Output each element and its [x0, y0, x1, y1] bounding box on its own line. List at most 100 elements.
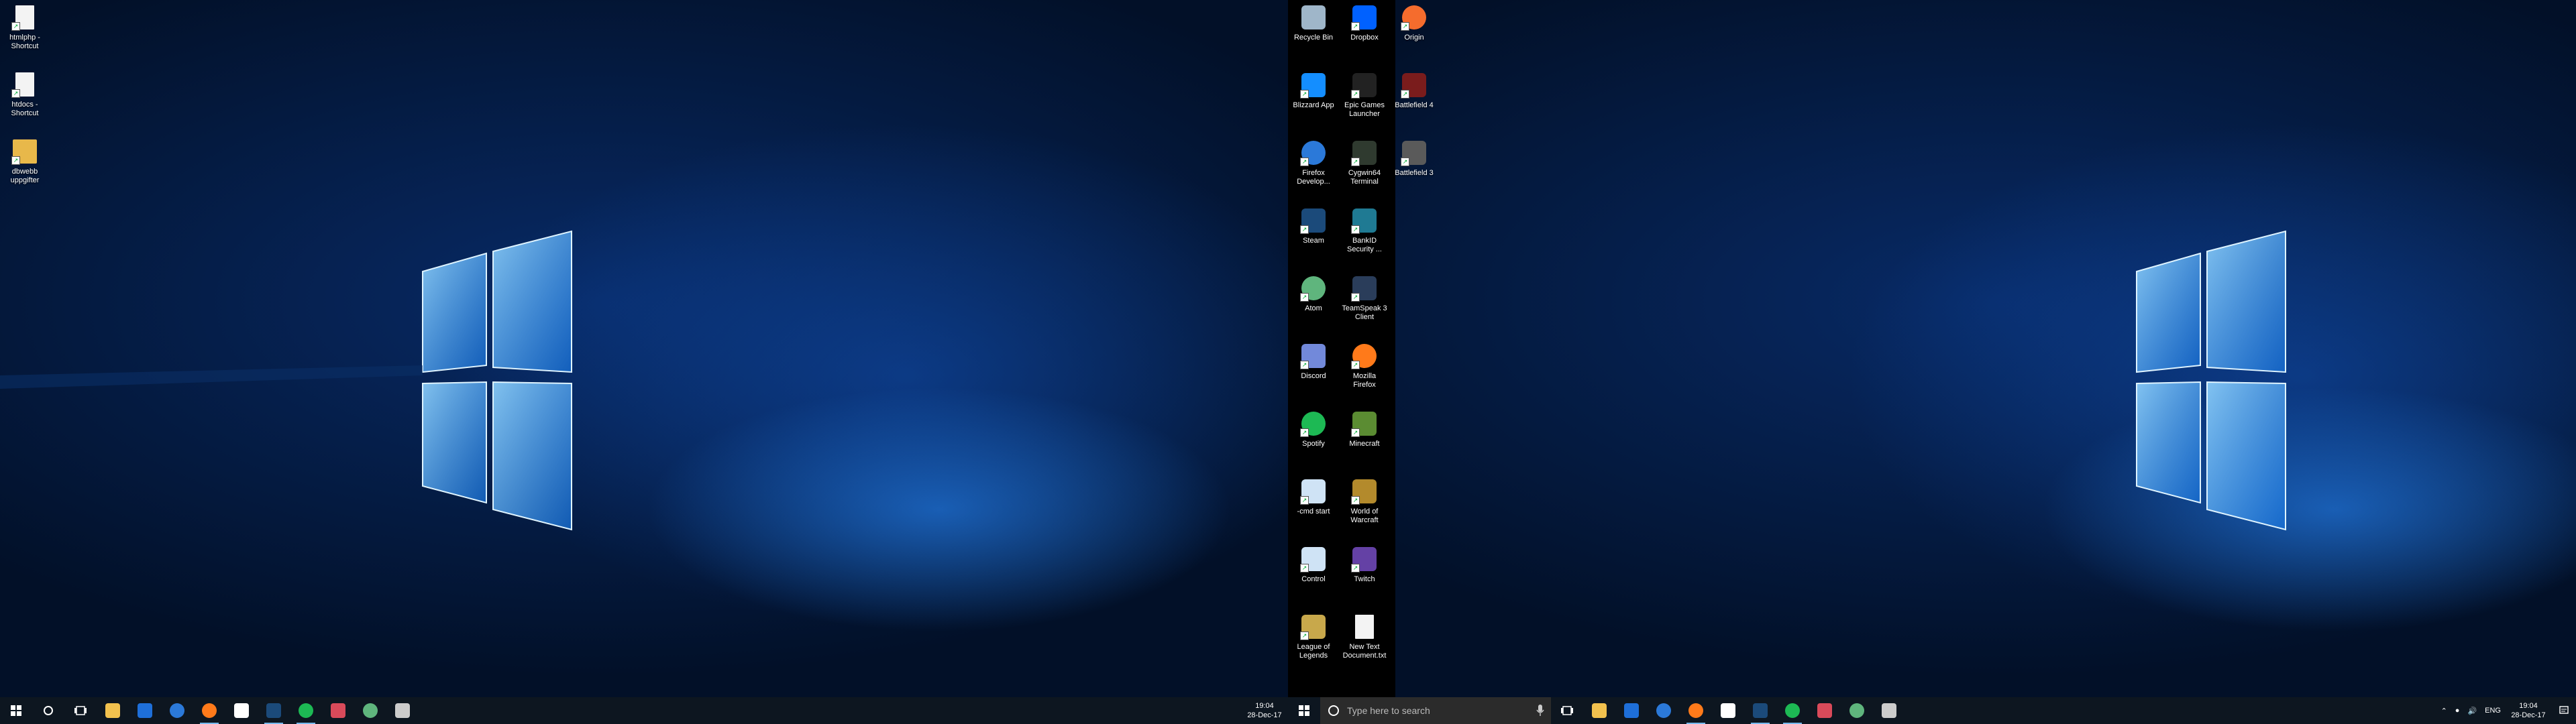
mail-icon [234, 703, 249, 718]
file-shortcut-icon: ↗ [11, 4, 38, 31]
desktop-icon[interactable]: ↗ Battlefield 4 [1391, 72, 1438, 110]
desktop-icon[interactable]: ↗ Dropbox [1341, 4, 1388, 42]
desktop-icon[interactable]: ↗ -cmd start [1290, 478, 1337, 516]
right-monitor-desktop[interactable] [1395, 0, 2576, 724]
clock-date: 28-Dec-17 [2511, 711, 2546, 719]
desktop-icon[interactable]: ↗ TeamSpeak 3 Client [1341, 275, 1388, 322]
desktop-icon[interactable]: ↗ Minecraft [1341, 410, 1388, 448]
taskbar-app-button[interactable] [193, 697, 225, 724]
taskbar-search-box[interactable]: Type here to search [1320, 697, 1551, 724]
desktop-icon[interactable]: ↗ Origin [1391, 4, 1438, 42]
desktop-icon-label: Twitch [1354, 575, 1375, 583]
desktop-icon[interactable]: ↗ Atom [1290, 275, 1337, 313]
shortcut-arrow-icon: ↗ [1300, 631, 1309, 640]
taskbar-clock[interactable]: 19:04 28-Dec-17 [2505, 701, 2552, 720]
desktop-icon[interactable]: ↗ League of Legends [1290, 613, 1337, 660]
league-icon: ↗ [1300, 613, 1327, 640]
system-tray: ⌃ ● 🔊 ENG [2437, 707, 2505, 715]
desktop-icon[interactable]: ↗ dbwebb uppgifter [1, 138, 48, 185]
left-monitor-desktop[interactable] [0, 0, 1288, 724]
snipping-tool-icon [1817, 703, 1832, 718]
firefox-developer-icon: ↗ [1300, 139, 1327, 166]
desktop-icon[interactable]: ↗ htdocs - Shortcut [1, 71, 48, 118]
cortana-button[interactable] [32, 697, 64, 724]
taskbar-app-button[interactable] [1841, 697, 1873, 724]
action-center-button[interactable] [2552, 697, 2576, 724]
task-view-button[interactable] [64, 697, 97, 724]
language-indicator[interactable]: ENG [2485, 707, 2501, 715]
desktop-icon[interactable]: ↗ Steam [1290, 207, 1337, 245]
taskbar-app-button[interactable] [1744, 697, 1776, 724]
desktop-icon[interactable]: Recycle Bin [1290, 4, 1337, 42]
desktop-icon[interactable]: ↗ Discord [1290, 343, 1337, 381]
desktop-icon[interactable]: New Text Document.txt [1341, 613, 1388, 660]
desktop-icon-label: Firefox Develop... [1297, 169, 1330, 186]
shortcut-arrow-icon: ↗ [1300, 361, 1309, 369]
taskbar-app-button[interactable] [258, 697, 290, 724]
desktop-icon-label: BankID Security ... [1347, 237, 1382, 253]
taskbar-app-button[interactable] [161, 697, 193, 724]
desktop-icon[interactable]: ↗ World of Warcraft [1341, 478, 1388, 525]
taskbar-app-button[interactable] [1873, 697, 1905, 724]
taskbar-app-button[interactable] [1680, 697, 1712, 724]
desktop-icon-label: Recycle Bin [1293, 34, 1334, 42]
desktop-icon[interactable]: ↗ Spotify [1290, 410, 1337, 448]
start-button[interactable] [0, 697, 32, 724]
taskbar-app-button[interactable] [1776, 697, 1809, 724]
taskbar-app-button[interactable] [322, 697, 354, 724]
desktop-icon-label: Blizzard App [1293, 101, 1334, 109]
desktop-icon[interactable]: ↗ Cygwin64 Terminal [1341, 139, 1388, 186]
shortcut-arrow-icon: ↗ [1300, 293, 1309, 302]
desktop-icon[interactable]: ↗ Firefox Develop... [1290, 139, 1337, 186]
taskbar-app-button[interactable] [1809, 697, 1841, 724]
steam-icon [266, 703, 281, 718]
window-shortcut-icon: ↗ [1300, 546, 1327, 572]
desktop-icon-label: Cygwin64 Terminal [1348, 169, 1381, 186]
taskbar-app-button[interactable] [1712, 697, 1744, 724]
network-icon[interactable]: ● [2455, 707, 2460, 715]
shortcut-arrow-icon: ↗ [1300, 428, 1309, 437]
desktop-icon[interactable]: ↗ BankID Security ... [1341, 207, 1388, 254]
file-explorer-icon [105, 703, 120, 718]
minecraft-icon: ↗ [1351, 410, 1378, 437]
microphone-icon[interactable] [1536, 705, 1544, 717]
firefox-icon [1688, 703, 1703, 718]
start-button[interactable] [1288, 697, 1320, 724]
taskbar-clock[interactable]: 19:04 28-Dec-17 [1241, 701, 1288, 720]
desktop-icon-label: Battlefield 4 [1395, 101, 1434, 109]
folder-icon: ↗ [11, 138, 38, 165]
taskbar-app-button[interactable] [1648, 697, 1680, 724]
taskbar-app-button[interactable] [386, 697, 419, 724]
origin-icon: ↗ [1401, 4, 1428, 31]
pinned-apps [1583, 697, 1905, 724]
desktop-icon[interactable]: ↗ Control [1290, 546, 1337, 584]
desktop-icon[interactable]: ↗ Twitch [1341, 546, 1388, 584]
shortcut-arrow-icon: ↗ [1300, 158, 1309, 166]
mail-icon [1721, 703, 1735, 718]
taskbar-app-button[interactable] [1615, 697, 1648, 724]
atom-icon [1849, 703, 1864, 718]
teamspeak-icon: ↗ [1351, 275, 1378, 302]
firefox-icon: ↗ [1351, 343, 1378, 369]
shortcut-arrow-icon: ↗ [11, 156, 20, 165]
taskbar-app-button[interactable] [129, 697, 161, 724]
show-hidden-icons-chevron-icon[interactable]: ⌃ [2441, 707, 2447, 715]
taskbar-app-button[interactable] [1583, 697, 1615, 724]
desktop-icon[interactable]: ↗ htmlphp - Shortcut [1, 4, 48, 51]
taskbar-app-button[interactable] [290, 697, 322, 724]
atom-icon: ↗ [1300, 275, 1327, 302]
desktop-icon[interactable]: ↗ Battlefield 3 [1391, 139, 1438, 178]
shortcut-arrow-icon: ↗ [1351, 158, 1360, 166]
taskbar-app-button[interactable] [354, 697, 386, 724]
task-view-icon [74, 706, 87, 715]
desktop-icon[interactable]: ↗ Blizzard App [1290, 72, 1337, 110]
shortcut-arrow-icon: ↗ [11, 22, 20, 31]
volume-icon[interactable]: 🔊 [2467, 707, 2477, 715]
shortcut-arrow-icon: ↗ [1401, 158, 1409, 166]
desktop-icon[interactable]: ↗ Mozilla Firefox [1341, 343, 1388, 389]
task-view-button[interactable] [1551, 697, 1583, 724]
desktop-icon[interactable]: ↗ Epic Games Launcher [1341, 72, 1388, 119]
firefox-icon [202, 703, 217, 718]
taskbar-app-button[interactable] [97, 697, 129, 724]
taskbar-app-button[interactable] [225, 697, 258, 724]
